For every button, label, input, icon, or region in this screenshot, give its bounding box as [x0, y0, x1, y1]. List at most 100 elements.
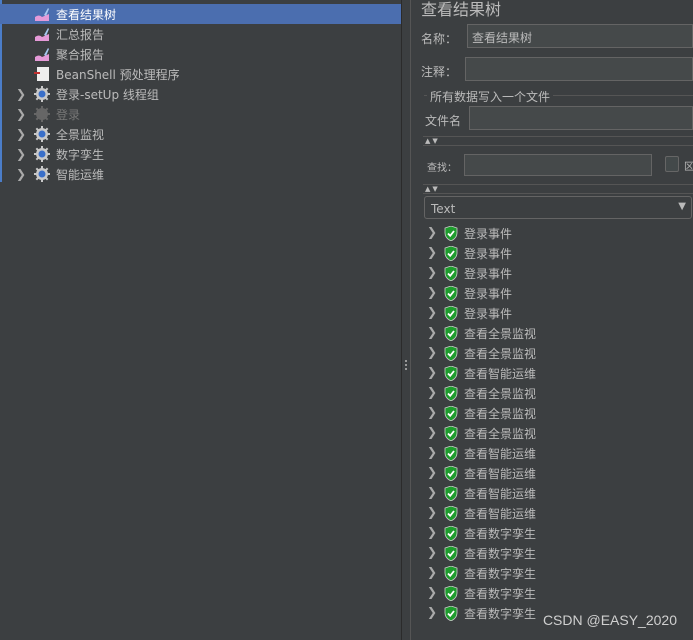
result-item[interactable]: ❯ 查看智能运维 — [411, 363, 693, 383]
chevron-right-icon[interactable]: ❯ — [427, 305, 437, 319]
tree-item[interactable]: ❯ 登录-setUp 线程组 — [0, 84, 401, 104]
chevron-right-icon[interactable]: ❯ — [16, 127, 26, 141]
tree-item-label: 全景监视 — [56, 128, 105, 142]
drag-handle-icon[interactable] — [405, 360, 407, 372]
result-item[interactable]: ❯ 查看全景监视 — [411, 403, 693, 423]
comment-input[interactable] — [465, 57, 693, 81]
result-label: 登录事件 — [464, 267, 513, 281]
chevron-right-icon[interactable]: ❯ — [427, 325, 437, 339]
watermark: CSDN @EASY_2020 — [542, 612, 677, 628]
result-label: 查看全景监视 — [464, 327, 537, 341]
tree-item-label: 数字孪生 — [56, 148, 105, 162]
thread-group-gear-icon — [34, 146, 50, 162]
success-shield-icon — [444, 305, 458, 322]
chevron-right-icon[interactable]: ❯ — [16, 87, 26, 101]
result-item[interactable]: ❯ 查看智能运维 — [411, 443, 693, 463]
thread-group-gear-icon — [34, 126, 50, 142]
chevron-right-icon[interactable]: ❯ — [427, 545, 437, 559]
file-group-label: 所有数据写入一个文件 — [427, 88, 554, 105]
tree-item-label: 智能运维 — [56, 168, 105, 182]
search-label: 查找： — [427, 163, 457, 174]
success-shield-icon — [444, 325, 458, 342]
success-shield-icon — [444, 225, 458, 242]
renderer-select[interactable]: Text ▼ — [424, 196, 692, 219]
separator — [423, 184, 693, 185]
chevron-right-icon[interactable]: ❯ — [427, 225, 437, 239]
chevron-right-icon[interactable]: ❯ — [427, 485, 437, 499]
chevron-right-icon[interactable]: ❯ — [427, 285, 437, 299]
result-label: 查看智能运维 — [464, 507, 537, 521]
case-sensitive-label: 区 — [684, 162, 693, 173]
collapse-arrows-icon[interactable]: ▲▼ — [425, 137, 440, 145]
tree-item[interactable]: 汇总报告 — [0, 24, 401, 44]
listener-icon — [34, 46, 50, 62]
result-item[interactable]: ❯ 查看全景监视 — [411, 383, 693, 403]
success-shield-icon — [444, 285, 458, 302]
separator — [423, 145, 693, 146]
collapse-arrows-icon[interactable]: ▲▼ — [425, 185, 440, 193]
success-shield-icon — [444, 585, 458, 602]
chevron-right-icon[interactable]: ❯ — [427, 405, 437, 419]
result-item[interactable]: ❯ 查看数字孪生 — [411, 563, 693, 583]
result-item[interactable]: ❯ 登录事件 — [411, 263, 693, 283]
result-label: 查看智能运维 — [464, 487, 537, 501]
chevron-right-icon[interactable]: ❯ — [427, 585, 437, 599]
result-item[interactable]: ❯ 查看数字孪生 — [411, 523, 693, 543]
result-label: 登录事件 — [464, 307, 513, 321]
filename-input[interactable] — [469, 106, 693, 130]
success-shield-icon — [444, 405, 458, 422]
result-item[interactable]: ❯ 查看数字孪生 — [411, 543, 693, 563]
chevron-right-icon[interactable]: ❯ — [427, 525, 437, 539]
result-label: 查看全景监视 — [464, 407, 537, 421]
success-shield-icon — [444, 545, 458, 562]
chevron-right-icon[interactable]: ❯ — [427, 605, 437, 619]
chevron-down-icon: ▼ — [678, 201, 686, 212]
split-pane-divider[interactable] — [402, 0, 410, 640]
chevron-right-icon[interactable]: ❯ — [427, 445, 437, 459]
result-item[interactable]: ❯ 查看智能运维 — [411, 503, 693, 523]
chevron-right-icon[interactable]: ❯ — [427, 365, 437, 379]
result-item[interactable]: ❯ 查看智能运维 — [411, 483, 693, 503]
tree-item[interactable]: ❯ 登录 — [0, 104, 401, 124]
result-item[interactable]: ❯ 查看全景监视 — [411, 423, 693, 443]
result-item[interactable]: ❯ 登录事件 — [411, 243, 693, 263]
chevron-right-icon[interactable]: ❯ — [16, 167, 26, 181]
chevron-right-icon[interactable]: ❯ — [427, 505, 437, 519]
chevron-right-icon[interactable]: ❯ — [427, 245, 437, 259]
chevron-right-icon[interactable]: ❯ — [427, 385, 437, 399]
comment-label: 注释： — [421, 65, 458, 79]
search-input[interactable] — [464, 154, 652, 176]
result-item[interactable]: ❯ 登录事件 — [411, 303, 693, 323]
preprocessor-icon — [34, 66, 50, 82]
separator — [423, 136, 693, 137]
case-sensitive-checkbox[interactable] — [665, 156, 679, 172]
success-shield-icon — [444, 365, 458, 382]
tree-item-label: 汇总报告 — [56, 28, 105, 42]
chevron-right-icon[interactable]: ❯ — [427, 565, 437, 579]
tree-item[interactable]: ❯ 全景监视 — [0, 124, 401, 144]
result-item[interactable]: ❯ 查看全景监视 — [411, 323, 693, 343]
result-item[interactable]: ❯ 登录事件 — [411, 223, 693, 243]
name-input[interactable]: 查看结果树 — [467, 24, 693, 48]
result-item[interactable]: ❯ 查看智能运维 — [411, 463, 693, 483]
chevron-right-icon[interactable]: ❯ — [16, 147, 26, 161]
chevron-right-icon[interactable]: ❯ — [427, 465, 437, 479]
chevron-right-icon[interactable]: ❯ — [16, 107, 26, 121]
test-plan-tree: 查看结果树汇总报告聚合报告 BeanShell 预处理程序 ❯ 登录-setUp 线程… — [0, 0, 402, 640]
chevron-right-icon[interactable]: ❯ — [427, 265, 437, 279]
tree-item[interactable]: BeanShell 预处理程序 — [0, 64, 401, 84]
filename-label: 文件名 — [425, 114, 462, 128]
tree-item[interactable]: ❯ 数字孪生 — [0, 144, 401, 164]
renderer-value: Text — [431, 202, 456, 216]
tree-item[interactable]: ❯ 智能运维 — [0, 164, 401, 184]
result-item[interactable]: ❯ 登录事件 — [411, 283, 693, 303]
tree-item[interactable]: 查看结果树 — [0, 4, 401, 24]
chevron-right-icon[interactable]: ❯ — [427, 425, 437, 439]
result-label: 查看数字孪生 — [464, 547, 537, 561]
tree-item[interactable]: 聚合报告 — [0, 44, 401, 64]
chevron-right-icon[interactable]: ❯ — [427, 345, 437, 359]
result-label: 查看全景监视 — [464, 387, 537, 401]
result-item[interactable]: ❯ 查看数字孪生 — [411, 583, 693, 603]
result-item[interactable]: ❯ 查看全景监视 — [411, 343, 693, 363]
success-shield-icon — [444, 525, 458, 542]
